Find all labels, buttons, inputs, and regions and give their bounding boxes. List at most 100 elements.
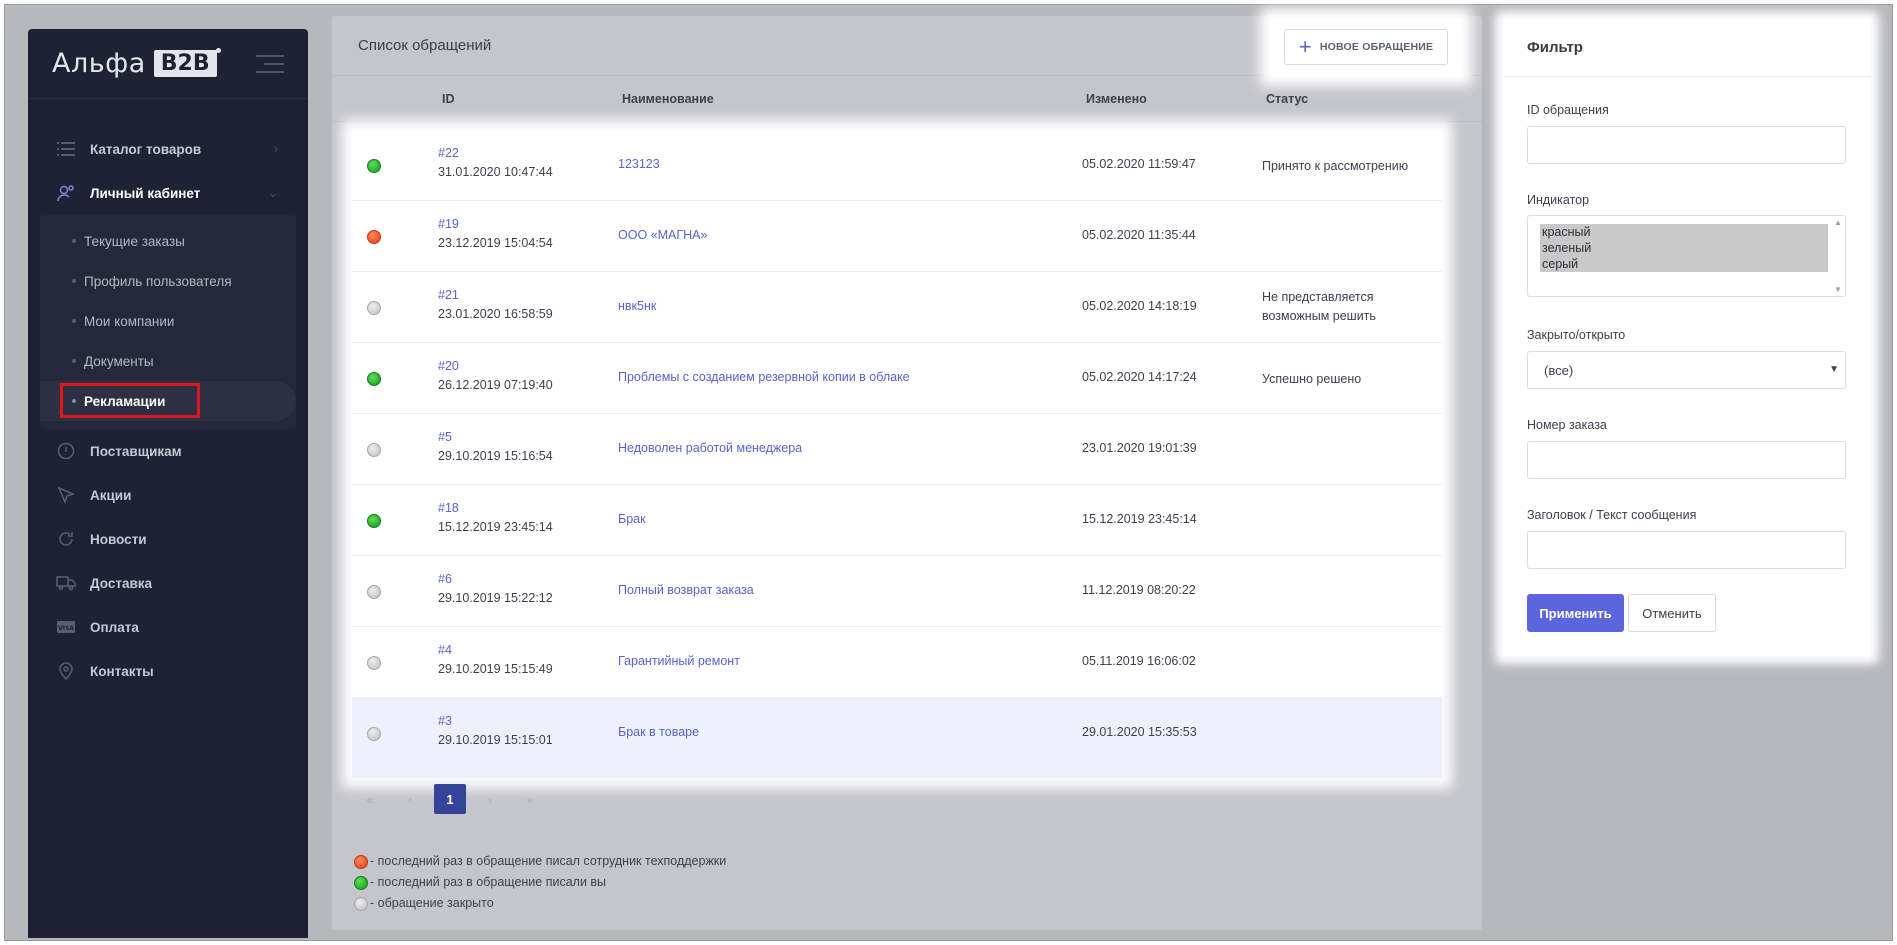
order-number-label: Номер заказа <box>1527 418 1607 432</box>
table-row[interactable]: #6 29.10.2019 15:22:12 Полный возврат за… <box>352 556 1442 627</box>
column-header-name[interactable]: Наименование <box>622 92 714 106</box>
chevron-down-icon: ⌄ <box>267 186 278 200</box>
svg-text:VISA: VISA <box>58 625 74 632</box>
sidebar-item-delivery[interactable]: Доставка <box>28 561 308 605</box>
logo-badge: B2B <box>153 48 221 77</box>
status-indicator-gray <box>367 443 381 457</box>
listbox-scrollbar[interactable]: ▲ ▼ <box>1833 218 1843 294</box>
sidebar-item-promotions[interactable]: Акции <box>28 473 308 517</box>
table-row[interactable]: #3 29.10.2019 15:15:01 Брак в товаре 29.… <box>352 698 1442 778</box>
claim-changed: 05.02.2020 14:17:24 <box>1082 370 1197 384</box>
sidebar-subitem-claims[interactable]: Рекламации <box>40 381 296 421</box>
claim-name-link[interactable]: Недоволен работой менеджера <box>618 441 802 455</box>
chevron-right-icon: › <box>274 142 278 156</box>
page-current-button[interactable]: 1 <box>434 784 466 814</box>
sidebar-item-payment[interactable]: VISA Оплата <box>28 605 308 649</box>
message-text-input[interactable] <box>1527 531 1846 569</box>
apply-button[interactable]: Применить <box>1527 594 1624 632</box>
sidebar-subitem-orders[interactable]: Текущие заказы <box>40 221 296 261</box>
cancel-button[interactable]: Отменить <box>1628 594 1716 632</box>
message-text-label: Заголовок / Текст сообщения <box>1527 508 1697 522</box>
status-indicator-green <box>367 514 381 528</box>
claim-name-link[interactable]: ООО «МАГНА» <box>618 228 707 242</box>
cell-id: #4 29.10.2019 15:15:49 <box>438 641 553 679</box>
claim-id-link[interactable]: #6 <box>438 570 553 589</box>
claim-id-link[interactable]: #19 <box>438 215 553 234</box>
claim-id-link[interactable]: #5 <box>438 428 553 447</box>
table-row[interactable]: #21 23.01.2020 16:58:59 нвк5нк 05.02.202… <box>352 272 1442 343</box>
page-next-button[interactable]: › <box>474 784 506 814</box>
page-prev-button[interactable]: ‹ <box>394 784 426 814</box>
claim-id-link[interactable]: #4 <box>438 641 553 660</box>
claim-id-link[interactable]: #22 <box>438 144 553 163</box>
indicator-option-green[interactable]: зеленый <box>1542 240 1828 256</box>
card-icon: VISA <box>56 617 76 637</box>
sidebar-item-label: Личный кабинет <box>90 185 201 201</box>
page-last-button[interactable]: » <box>514 784 546 814</box>
sidebar-item-catalog[interactable]: Каталог товаров › <box>28 127 308 171</box>
claim-name-link[interactable]: Брак в товаре <box>618 725 699 739</box>
dropdown-arrow-icon: ▼ <box>1829 364 1839 375</box>
table-row[interactable]: #20 26.12.2019 07:19:40 Проблемы с созда… <box>352 343 1442 414</box>
claim-name-link[interactable]: 123123 <box>618 157 660 171</box>
status-indicator-gray <box>367 656 381 670</box>
status-indicator-green <box>367 159 381 173</box>
status-indicator-gray <box>367 301 381 315</box>
status-indicator-red <box>367 230 381 244</box>
table-row[interactable]: #5 29.10.2019 15:16:54 Недоволен работой… <box>352 414 1442 485</box>
claim-name-link[interactable]: Гарантийный ремонт <box>618 654 740 668</box>
indicator-multiselect[interactable]: красный зеленый серый ▲ ▼ <box>1527 215 1846 297</box>
claim-name-link[interactable]: Проблемы с созданием резервной копии в о… <box>618 370 910 384</box>
new-claim-button[interactable]: + НОВОЕ ОБРАЩЕНИЕ <box>1283 29 1449 65</box>
indicator-option-red[interactable]: красный <box>1542 224 1828 240</box>
table-row[interactable]: #4 29.10.2019 15:15:49 Гарантийный ремон… <box>352 627 1442 698</box>
indicator-option-gray[interactable]: серый <box>1542 256 1828 272</box>
sidebar-item-label: Акции <box>90 487 132 503</box>
claim-id-input[interactable] <box>1527 126 1846 164</box>
column-header-id[interactable]: ID <box>442 92 455 106</box>
sidebar-subitem-profile[interactable]: Профиль пользователя <box>40 261 296 301</box>
scroll-down-icon[interactable]: ▼ <box>1834 285 1842 294</box>
claim-id-link[interactable]: #18 <box>438 499 553 518</box>
order-number-input[interactable] <box>1527 441 1846 479</box>
page-title: Список обращений <box>358 37 492 54</box>
sidebar-item-contacts[interactable]: Контакты <box>28 649 308 693</box>
sidebar-nav: Каталог товаров › Личный кабинет ⌄ <box>28 127 308 215</box>
sidebar-subitem-documents[interactable]: Документы <box>40 341 296 381</box>
sidebar-item-suppliers[interactable]: Поставщикам <box>28 429 308 473</box>
claim-name-link[interactable]: нвк5нк <box>618 299 656 313</box>
claim-name-link[interactable]: Брак <box>618 512 646 526</box>
claim-id-link[interactable]: #20 <box>438 357 553 376</box>
logo-text: Альфа <box>52 48 146 79</box>
claim-id-link[interactable]: #21 <box>438 286 553 305</box>
status-indicator-green <box>367 372 381 386</box>
column-header-status[interactable]: Статус <box>1266 92 1308 106</box>
claim-name-link[interactable]: Полный возврат заказа <box>618 583 754 597</box>
column-header-changed[interactable]: Изменено <box>1086 92 1147 106</box>
table-row[interactable]: #22 31.01.2020 10:47:44 123123 05.02.202… <box>352 130 1442 201</box>
closed-open-label: Закрыто/открыто <box>1527 328 1626 342</box>
cell-id: #5 29.10.2019 15:16:54 <box>438 428 553 466</box>
sidebar-item-news[interactable]: Новости <box>28 517 308 561</box>
page-first-button[interactable]: « <box>354 784 386 814</box>
closed-open-select[interactable]: (все) ▼ <box>1527 351 1846 389</box>
new-claim-button-area: + НОВОЕ ОБРАЩЕНИЕ <box>1270 18 1462 76</box>
claim-changed: 11.12.2019 08:20:22 <box>1082 583 1196 597</box>
table-row[interactable]: #18 15.12.2019 23:45:14 Брак 15.12.2019 … <box>352 485 1442 556</box>
claim-id-link[interactable]: #3 <box>438 712 553 731</box>
scroll-up-icon[interactable]: ▲ <box>1834 218 1842 227</box>
sidebar-item-label: Оплата <box>90 619 139 635</box>
table-row[interactable]: #19 23.12.2019 15:04:54 ООО «МАГНА» 05.0… <box>352 201 1442 272</box>
indicator-legend: - последний раз в обращение писал сотруд… <box>354 851 726 914</box>
claim-created: 23.12.2019 15:04:54 <box>438 236 553 250</box>
indicator-options: красный зеленый серый <box>1540 224 1828 272</box>
claim-changed: 05.02.2020 11:59:47 <box>1082 157 1196 171</box>
cell-id: #21 23.01.2020 16:58:59 <box>438 286 553 324</box>
cell-id: #18 15.12.2019 23:45:14 <box>438 499 553 537</box>
sidebar-subitem-companies[interactable]: Мои компании <box>40 301 296 341</box>
status-indicator-gray <box>367 727 381 741</box>
sidebar-item-account[interactable]: Личный кабинет ⌄ <box>28 171 308 215</box>
menu-toggle-icon[interactable] <box>256 54 284 73</box>
legend-red-dot <box>354 854 368 869</box>
status-indicator-gray <box>367 585 381 599</box>
